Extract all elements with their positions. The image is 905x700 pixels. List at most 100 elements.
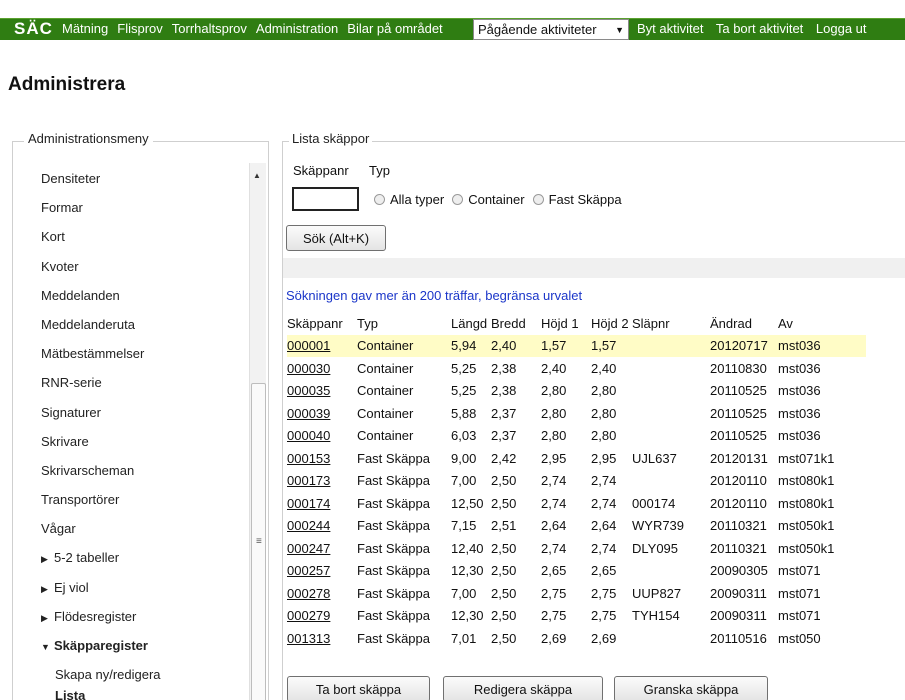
cell-skappanr: 000279	[287, 605, 357, 628]
table-row[interactable]: 000030 Container 5,25 2,38 2,40 2,40 20110830 m…	[287, 357, 866, 380]
col-header-av[interactable]: Av	[778, 312, 866, 335]
skappanr-link[interactable]: 000279	[287, 608, 330, 623]
table-row[interactable]: 000257 Fast Skäppa 12,30 2,50 2,65 2,65 200903…	[287, 560, 866, 583]
radio-label-fast-skappa[interactable]: Fast Skäppa	[549, 192, 622, 207]
nav-link-byt-aktivitet[interactable]: Byt aktivitet	[637, 21, 703, 36]
app-logo[interactable]: SÄC	[14, 19, 53, 39]
radio-alla-typer[interactable]	[374, 194, 385, 205]
delete-skappa-button[interactable]: Ta bort skäppa	[287, 676, 430, 700]
menu-item-rnr-serie[interactable]: RNR-serie	[41, 375, 246, 404]
cell-slapnr	[632, 402, 710, 425]
nav-link-administration[interactable]: Administration	[256, 21, 338, 36]
col-header-hojd1[interactable]: Höjd 1	[541, 312, 591, 335]
cell-langd: 12,30	[451, 563, 484, 579]
menu-item-meddelanden[interactable]: Meddelanden	[41, 288, 246, 317]
radio-label-alla-typer[interactable]: Alla typer	[390, 192, 444, 207]
col-header-andrad[interactable]: Ändrad	[710, 312, 778, 335]
menu-item-skrivare[interactable]: Skrivare	[41, 434, 246, 463]
table-row[interactable]: 000247 Fast Skäppa 12,40 2,50 2,74 2,74 DLY095…	[287, 537, 866, 560]
menu-item-skrivarscheman[interactable]: Skrivarscheman	[41, 463, 246, 492]
cell-slapnr: UUP827	[632, 585, 682, 601]
skappanr-input[interactable]	[292, 187, 359, 211]
cell-langd: 7,15	[451, 518, 477, 534]
radio-container[interactable]	[452, 194, 464, 205]
menu-group-skapparegister[interactable]: ▼ Skäpparegister	[41, 638, 246, 667]
nav-link-bilar[interactable]: Bilar på området	[347, 21, 442, 36]
menu-group-flodesregister[interactable]: ▶ Flödesregister	[41, 609, 246, 638]
skappanr-link[interactable]: 000244	[287, 518, 330, 533]
radio-label-container[interactable]: Container	[468, 192, 524, 207]
nav-link-torrhaltsprov[interactable]: Torrhaltsprov	[172, 21, 247, 36]
scrollbar-thumb[interactable]: ≡	[251, 383, 266, 700]
col-header-slapnr[interactable]: Släpnr	[632, 312, 710, 335]
table-row[interactable]: 000035 Container 5,25 2,38 2,80 2,80 20110525 m…	[287, 380, 866, 403]
table-row[interactable]: 001313 Fast Skäppa 7,01 2,50 2,69 2,69 2011051…	[287, 627, 866, 650]
table-row[interactable]: 000039 Container 5,88 2,37 2,80 2,80 20110525 m…	[287, 402, 866, 425]
table-row[interactable]: 000040 Container 6,03 2,37 2,80 2,80 20110525 m…	[287, 425, 866, 448]
skappanr-link[interactable]: 000153	[287, 451, 330, 466]
cell-skappanr: 000247	[287, 537, 357, 560]
skappanr-link[interactable]: 000039	[287, 406, 330, 421]
menu-item-matbestammelser[interactable]: Mätbestämmelser	[41, 346, 246, 375]
grip-icon: ≡	[256, 536, 262, 547]
table-row[interactable]: 000279 Fast Skäppa 12,30 2,50 2,75 2,75 TYH154…	[287, 605, 866, 628]
menu-item-formar[interactable]: Formar	[41, 200, 246, 229]
edit-skappa-button[interactable]: Redigera skäppa	[443, 676, 603, 700]
skappanr-link[interactable]: 001313	[287, 631, 330, 646]
cell-hojd1: 2,80	[541, 428, 567, 444]
cell-hojd2: 2,75	[591, 608, 617, 624]
scroll-up-icon[interactable]: ▲	[253, 171, 261, 180]
view-skappa-button[interactable]: Granska skäppa	[614, 676, 768, 700]
menu-item-kort[interactable]: Kort	[41, 229, 246, 258]
table-row[interactable]: 000001 Container 5,94 2,40 1,57 1,57 20120717 m…	[287, 334, 866, 357]
skappanr-link[interactable]: 000247	[287, 541, 330, 556]
skappanr-link[interactable]: 000174	[287, 496, 330, 511]
table-row[interactable]: 000278 Fast Skäppa 7,00 2,50 2,75 2,75 UUP827 2…	[287, 582, 866, 605]
cell-bredd: 2,50	[491, 540, 517, 556]
cell-hojd2: 2,64	[591, 518, 617, 534]
cell-hojd2: 2,69	[591, 630, 617, 646]
top-bar: SÄC Mätning Flisprov Torrhaltsprov Admin…	[0, 0, 905, 42]
search-button[interactable]: Sök (Alt+K)	[286, 225, 386, 251]
skappanr-link[interactable]: 000001	[287, 338, 330, 353]
nav-link-logga-ut[interactable]: Logga ut	[816, 21, 867, 36]
skappanr-link[interactable]: 000035	[287, 383, 330, 398]
menu-scrollbar[interactable]: ▲ ≡	[249, 163, 266, 700]
menu-item-transportorer[interactable]: Transportörer	[41, 492, 246, 521]
cell-bredd: 2,42	[491, 450, 517, 466]
nav-link-ta-bort-aktivitet[interactable]: Ta bort aktivitet	[716, 21, 803, 36]
menu-item-vagar[interactable]: Vågar	[41, 521, 246, 550]
col-header-bredd[interactable]: Bredd	[491, 312, 541, 335]
activity-select[interactable]: Pågående aktiviteter ▼	[473, 19, 629, 40]
radio-fast-skappa[interactable]	[532, 194, 544, 205]
menu-group-ej-viol[interactable]: ▶ Ej viol	[41, 580, 246, 609]
skappanr-link[interactable]: 000030	[287, 361, 330, 376]
cell-andrad: 20110321	[710, 540, 767, 556]
menu-item-densiteter[interactable]: Densiteter	[41, 171, 246, 200]
col-header-skappanr[interactable]: Skäppanr	[287, 312, 357, 335]
table-row[interactable]: 000174 Fast Skäppa 12,50 2,50 2,74 2,74 000174…	[287, 492, 866, 515]
table-row[interactable]: 000173 Fast Skäppa 7,00 2,50 2,74 2,74 2012011…	[287, 470, 866, 493]
menu-item-lista[interactable]: Lista	[41, 688, 246, 700]
col-header-hojd2[interactable]: Höjd 2	[591, 312, 632, 335]
skappanr-link[interactable]: 000278	[287, 586, 330, 601]
skappanr-link[interactable]: 000257	[287, 563, 330, 578]
menu-item-skapa-ny[interactable]: Skapa ny/redigera	[41, 667, 246, 688]
nav-link-matning[interactable]: Mätning	[62, 21, 108, 36]
col-header-langd[interactable]: Längd	[451, 312, 491, 335]
skappanr-link[interactable]: 000173	[287, 473, 330, 488]
menu-item-signaturer[interactable]: Signaturer	[41, 405, 246, 434]
cell-bredd: 2,50	[491, 495, 517, 511]
col-header-typ[interactable]: Typ	[357, 312, 451, 335]
table-row[interactable]: 000153 Fast Skäppa 9,00 2,42 2,95 2,95 UJL637 2…	[287, 447, 866, 470]
cell-typ: Fast Skäppa	[357, 450, 430, 466]
cell-hojd2: 2,74	[591, 495, 617, 511]
skappanr-link[interactable]: 000040	[287, 428, 330, 443]
table-row[interactable]: 000244 Fast Skäppa 7,15 2,51 2,64 2,64 WYR739 2…	[287, 515, 866, 538]
menu-item-kvoter[interactable]: Kvoter	[41, 259, 246, 288]
menu-group-5-2-tabeller[interactable]: ▶ 5-2 tabeller	[41, 550, 246, 579]
cell-av: mst080k1	[778, 473, 835, 489]
menu-item-meddelanderuta[interactable]: Meddelanderuta	[41, 317, 246, 346]
nav-link-flisprov[interactable]: Flisprov	[117, 21, 163, 36]
cell-andrad: 20120110	[710, 495, 767, 511]
